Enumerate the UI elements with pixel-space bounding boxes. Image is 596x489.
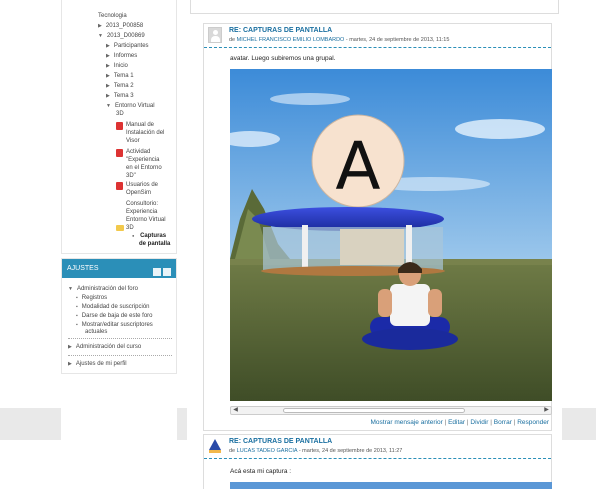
show-previous-link[interactable]: Mostrar mensaje anterior [371,419,443,426]
nav-item-manual[interactable]: Manual de Instalación del Visor [116,121,164,144]
nav-item-informes[interactable]: ▶ Informes [106,52,137,60]
post-title: RE: CAPTURAS DE PANTALLA [229,438,333,445]
nav-item[interactable]: Tecnologia [98,12,127,20]
post-title: RE: CAPTURAS DE PANTALLA [229,27,333,34]
chevron-right-icon: ▶ [106,63,110,69]
chevron-down-icon: ▼ [98,33,103,39]
nav-item-usuarios-opensim[interactable]: Usuarios de OpenSim [116,181,158,196]
bullet-icon: ▪ [76,295,78,301]
chevron-right-icon: ▶ [68,361,72,367]
dock-icon[interactable] [153,268,161,276]
post-header: RE: CAPTURAS DE PANTALLA de MICHEL FRANC… [204,24,551,48]
image-horizontal-scrollbar[interactable]: ◀ ▶ [230,406,552,415]
chevron-right-icon: ▶ [106,93,110,99]
scrollbar-thumb[interactable] [283,408,465,413]
edit-link[interactable]: Editar [448,419,465,426]
nav-item-participantes[interactable]: ▶ Participantes [106,42,149,50]
forum-post: RE: CAPTURAS DE PANTALLA de MICHEL FRANC… [203,23,552,431]
user-avatar-icon[interactable] [208,27,222,43]
forum-icon [116,225,124,231]
chevron-right-icon: ▶ [106,43,110,49]
settings-block: AJUSTES ▼ Administración del foro ▪ Regist… [61,258,177,374]
nav-item-tema2[interactable]: ▶ Tema 2 [106,82,134,90]
reply-link[interactable]: Responder [517,419,549,426]
page: Tecnologia ▶ 2013_P00858 ▼ 2013_D00869 ▶ Pa… [7,0,589,489]
letter-sign: A [335,128,380,205]
previous-post-footer [190,0,559,14]
nav-item-tema1[interactable]: ▶ Tema 1 [106,72,134,80]
settings-item-registros[interactable]: ▪ Registros [76,295,107,302]
settings-item-suscriptores[interactable]: ▪ Mostrar/editar suscriptores actuales [76,322,153,336]
settings-item-forum-admin[interactable]: ▼ Administración del foro [68,286,138,293]
split-link[interactable]: Dividir [470,419,488,426]
settings-item-course-admin[interactable]: ▶ Administración del curso [68,344,141,351]
nav-item-course[interactable]: ▶ 2013_P00858 [98,22,143,30]
user-avatar-icon[interactable] [208,438,222,454]
chevron-down-icon: ▼ [106,103,111,109]
settings-item-baja[interactable]: ▪ Darse de baja de este foro [76,313,153,320]
post-body-text: avatar. Luego subiremos una grupal. [230,55,336,62]
post-author-link[interactable]: MICHEL FRANCISCO EMILIO LOMBARDO [237,37,345,43]
navigation-block: Tecnologia ▶ 2013_P00858 ▼ 2013_D00869 ▶ Pa… [61,0,177,254]
post-author-link[interactable]: LUCAS TADEO GARCIA [237,448,298,454]
bullet-icon: ▪ [76,304,78,310]
settings-item-suscripcion[interactable]: ▪ Modalidad de suscripción [76,304,150,311]
forum-post: RE: CAPTURAS DE PANTALLA de LUCAS TADEO … [203,434,552,489]
post-meta: de MICHEL FRANCISCO EMILIO LOMBARDO - ma… [229,37,450,43]
post-commands: Mostrar mensaje anterior | Editar | Divi… [370,419,549,426]
bullet-icon: ● [132,233,135,238]
scroll-right-icon[interactable]: ▶ [542,407,551,414]
bullet-icon: ▪ [76,322,78,328]
scroll-left-icon[interactable]: ◀ [231,407,240,414]
screenshot-image: A [230,69,552,401]
nav-item-inicio[interactable]: ▶ Inicio [106,62,128,70]
post-header: RE: CAPTURAS DE PANTALLA de LUCAS TADEO … [204,435,551,459]
nav-item-entorno-virtual[interactable]: ▼ Entorno Virtual 3D [106,102,155,118]
divider [68,338,172,339]
chevron-right-icon: ▶ [98,23,102,29]
screenshot-image [230,482,552,489]
bullet-icon: ▪ [76,313,78,319]
post-body-text: Acá esta mi captura : [230,468,292,475]
chevron-down-icon: ▼ [68,286,73,292]
pdf-icon [116,122,123,130]
virtual-world-image: A [230,69,552,401]
post-meta: de LUCAS TADEO GARCIA - martes, 24 de se… [229,448,403,454]
left-column: Tecnologia ▶ 2013_P00858 ▼ 2013_D00869 ▶ Pa… [61,0,177,489]
delete-link[interactable]: Borrar [494,419,512,426]
chevron-right-icon: ▶ [68,344,72,350]
pdf-icon [116,182,123,190]
chevron-right-icon: ▶ [106,73,110,79]
chevron-right-icon: ▶ [106,53,110,59]
settings-item-profile[interactable]: ▶ Ajustes de mi perfil [68,361,127,368]
collapse-icon[interactable] [163,268,171,276]
main-content: RE: CAPTURAS DE PANTALLA de MICHEL FRANC… [187,0,562,489]
nav-item-capturas-current[interactable]: ● Capturas de pantalla [132,232,170,248]
settings-header: AJUSTES [62,259,176,278]
divider [68,355,172,356]
chevron-right-icon: ▶ [106,83,110,89]
pdf-icon [116,149,123,157]
settings-title: AJUSTES [67,265,99,272]
nav-item-actividad[interactable]: Actividad "Experiencia en el Entorno 3D" [116,148,162,179]
nav-item-course-current[interactable]: ▼ 2013_D00869 [98,32,145,40]
nav-item-tema3[interactable]: ▶ Tema 3 [106,92,134,100]
